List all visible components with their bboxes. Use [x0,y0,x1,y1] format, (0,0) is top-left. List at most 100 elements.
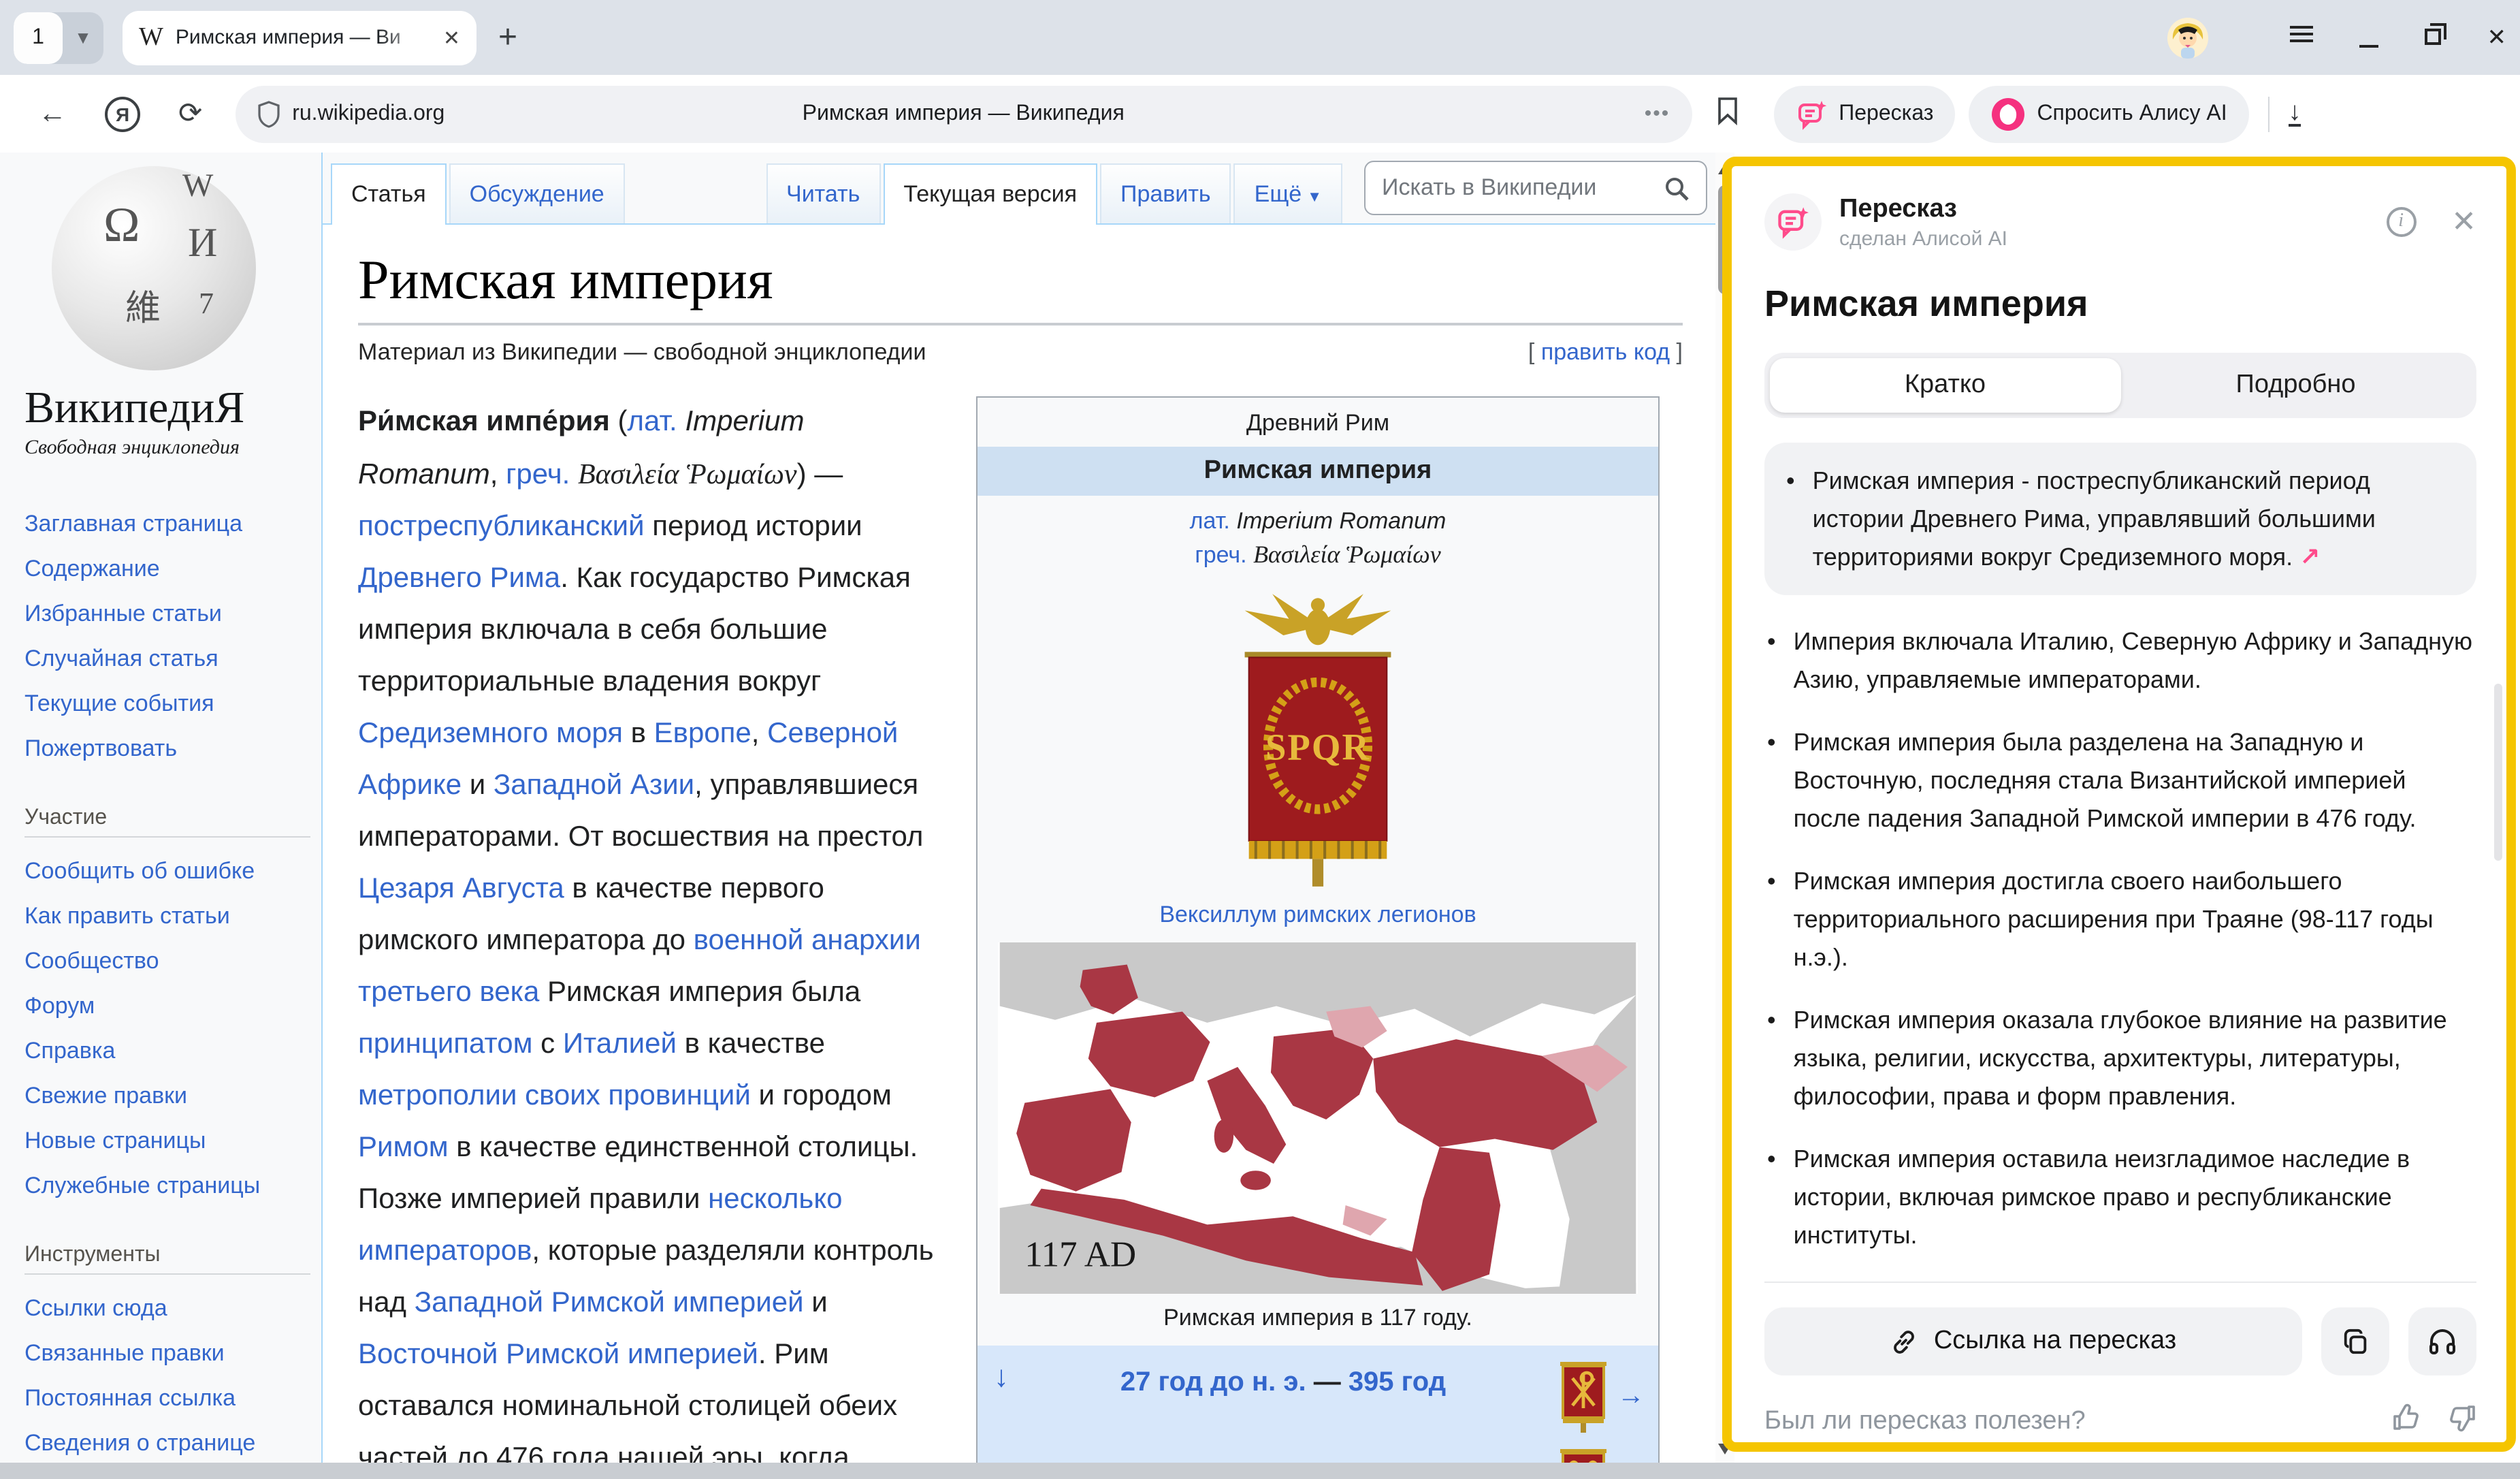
minimize-button[interactable] [2359,24,2378,51]
tab-edit[interactable]: Править [1100,163,1231,223]
url-field[interactable]: ru.wikipedia.org Римская империя — Викип… [235,85,1692,142]
article-text: период истории [645,511,862,542]
maximize-button[interactable] [2425,24,2441,51]
tab-article[interactable]: Статья [331,163,447,225]
sidebar-link[interactable]: Справка [25,1028,310,1073]
close-panel-icon[interactable]: ✕ [2451,204,2476,240]
thumbs-down-button[interactable] [2446,1403,2476,1441]
article-link[interactable]: Западной Римской империей [415,1287,804,1318]
edit-code-link[interactable]: [ править код ] [1528,339,1683,366]
vexillum-caption-link[interactable]: Вексиллум римских легионов [978,893,1658,942]
svg-text:SPQR: SPQR [1265,726,1370,767]
article-link[interactable]: Средиземного моря [358,718,623,749]
wikipedia-globe-logo[interactable]: Ω W И 維 7 [52,166,256,370]
successor-row: → [1557,1446,1645,1463]
downloads-button[interactable]: ↓ [2289,101,2301,127]
vexillum-image[interactable]: SPQR [1189,583,1447,893]
article-link[interactable]: Италией [563,1028,677,1060]
close-window-button[interactable]: ✕ [2487,24,2507,51]
browser-tab[interactable]: W Римская империя — Ви ✕ [123,10,476,65]
sidebar-link[interactable]: Содержание [25,546,310,591]
sidebar-link[interactable]: Сообщить об ошибке [25,848,310,893]
source-link-icon[interactable]: ↗ [2293,543,2320,571]
sidebar-link[interactable]: Заглавная страница [25,501,310,546]
article-link[interactable]: Цезаря Августа [358,873,564,904]
sidebar-link[interactable]: Форум [25,983,310,1028]
tab-talk[interactable]: Обсуждение [449,163,625,223]
article-link[interactable]: греч. [506,459,570,490]
bullet-marker: • [1767,622,1776,699]
article-text: и [804,1287,828,1318]
feedback-question: Был ли пересказ полезен? [1764,1407,2086,1437]
bullet-text: Империя включала Италию, Северную Африку… [1794,622,2474,699]
thumbs-up-button[interactable] [2392,1403,2422,1441]
tab-counter[interactable]: 1 ▼ [14,12,103,63]
vexillum-dots-flag-image[interactable] [1557,1446,1609,1463]
minimize-icon [2359,44,2378,47]
profile-avatar[interactable] [2167,17,2208,58]
refresh-button[interactable]: ⟳ [178,97,202,131]
hamburger-icon [2290,22,2313,46]
article-link[interactable]: лат. [628,406,677,437]
retell-button[interactable]: Пересказ [1773,85,1955,142]
article-text: ( [618,406,628,437]
article-link[interactable]: принципатом [358,1028,532,1060]
sidebar-link[interactable]: Свежие правки [25,1073,310,1118]
copy-text-button[interactable] [2321,1307,2389,1375]
tab-current-version[interactable]: Текущая версия [883,163,1097,225]
labarum-flag-image[interactable] [1557,1359,1609,1433]
tab-read[interactable]: Читать [766,163,880,223]
summary-bullet: •Римская империя - постреспубликанский п… [1786,462,2455,576]
greek-label[interactable]: греч. [1195,542,1246,568]
article-link[interactable]: постреспубликанский [358,511,645,542]
url-more-icon[interactable]: ••• [1645,102,1670,125]
sidebar-link[interactable]: Новые страницы [25,1118,310,1163]
sidebar-link[interactable]: Избранные статьи [25,591,310,636]
wikipedia-search-input[interactable]: Искать в Википедии [1364,161,1707,215]
restore-icon [2425,28,2441,44]
tab-detailed[interactable]: Подробно [2120,358,2471,413]
menu-button[interactable] [2290,22,2313,53]
sidebar-link[interactable]: Связанные правки [25,1331,310,1375]
tab-brief[interactable]: Кратко [1770,358,2120,413]
sidebar-link[interactable]: Служебные страницы [25,1163,310,1208]
info-icon[interactable]: i [2386,207,2416,237]
bookmark-button[interactable] [1716,96,1738,131]
sidebar-link[interactable]: Постоянная ссылка [25,1375,310,1420]
thumbs-down-icon [2446,1403,2476,1433]
sidebar-link[interactable]: Как править статьи [25,893,310,938]
article-link[interactable]: Древнего Рима [358,562,560,594]
sidebar-nav-tools: Ссылки сюдаСвязанные правкиПостоянная сс… [25,1286,310,1463]
new-tab-button[interactable]: + [498,18,517,57]
listen-button[interactable] [2408,1307,2476,1375]
article-link[interactable]: метрополии своих провинций [358,1080,751,1111]
article-link[interactable]: Восточной Римской империей [358,1339,758,1370]
copy-retell-link-button[interactable]: Ссылка на пересказ [1764,1307,2302,1375]
article-link[interactable]: Римом [358,1132,449,1163]
yandex-home-button[interactable]: Я [105,96,140,131]
empire-map-image[interactable]: 117 AD [998,942,1638,1294]
article-link[interactable]: Европе [654,718,752,749]
tab-more[interactable]: Ещё▼ [1234,163,1342,223]
article-text [570,459,578,490]
latin-label[interactable]: лат. [1190,508,1230,534]
search-icon[interactable] [1664,175,1690,201]
sidebar-link[interactable]: Пожертвовать [25,726,310,771]
sidebar-link[interactable]: Ссылки сюда [25,1286,310,1331]
wikipedia-wordmark[interactable]: ВикипедиЯ [25,384,310,434]
sidebar-link[interactable]: Сведения о странице [25,1420,310,1463]
panel-scrollbar-thumb[interactable] [2494,684,2502,861]
back-button[interactable]: ← [38,97,67,130]
ask-alice-button[interactable]: Спросить Алису AI [1969,85,2248,142]
close-tab-icon[interactable]: ✕ [443,25,460,50]
right-arrow-icon[interactable]: → [1617,1380,1645,1412]
article-link[interactable]: Западной Азии [494,769,694,801]
sidebar-link[interactable]: Случайная статья [25,636,310,681]
sidebar-link[interactable]: Текущие события [25,681,310,726]
sidebar-link[interactable]: Сообщество [25,938,310,983]
panel-subtitle: сделан Алисой AI [1839,227,2007,250]
down-arrow-icon[interactable]: ↓ [994,1359,1009,1395]
svg-text:117 AD: 117 AD [1024,1235,1136,1274]
chevron-down-icon[interactable]: ▼ [63,27,103,48]
article-paragraph: Ри́мская импе́рия (лат. Imperium Romanum… [358,396,941,1463]
